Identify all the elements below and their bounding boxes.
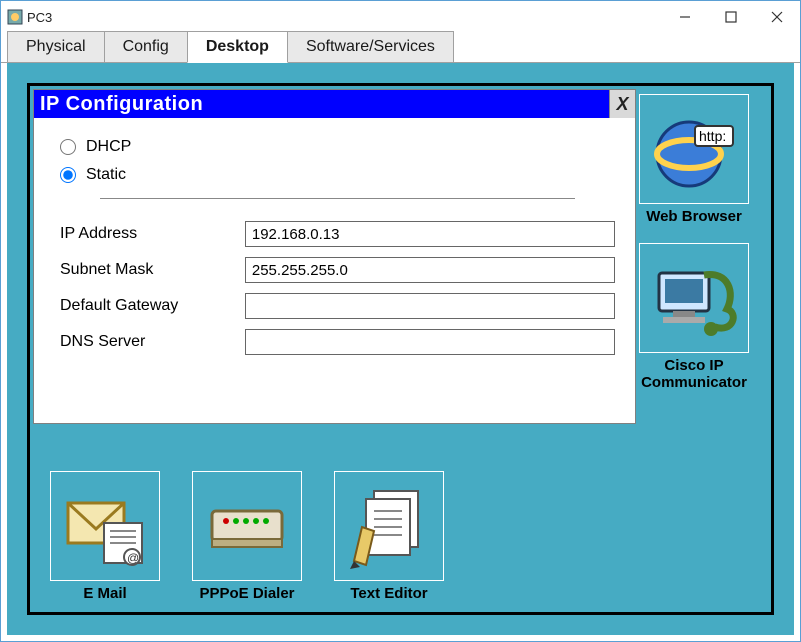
email-icon: @ [50, 471, 160, 581]
radio-dhcp-input[interactable] [60, 139, 76, 155]
pppoe-icon [192, 471, 302, 581]
radio-static-input[interactable] [60, 167, 76, 183]
svg-text:@: @ [127, 551, 139, 565]
cisco-ip-label: Cisco IP Communicator [629, 357, 759, 391]
tab-desktop[interactable]: Desktop [187, 31, 288, 63]
default-gateway-label: Default Gateway [60, 297, 245, 315]
separator [100, 198, 575, 199]
subnet-mask-label: Subnet Mask [60, 261, 245, 279]
workspace: IP Configuration X DHCP Static IP Addres… [1, 63, 800, 641]
default-gateway-input[interactable] [245, 293, 615, 319]
dialog-body: DHCP Static IP Address Subnet Mask [34, 118, 635, 375]
ip-address-input[interactable] [245, 221, 615, 247]
dns-server-input[interactable] [245, 329, 615, 355]
dns-server-label: DNS Server [60, 333, 245, 351]
tab-physical[interactable]: Physical [7, 31, 105, 62]
dialog-title: IP Configuration [40, 93, 203, 116]
desktop-area: IP Configuration X DHCP Static IP Addres… [27, 83, 774, 615]
pppoe-shortcut[interactable]: PPPoE Dialer [192, 471, 302, 602]
cisco-ip-icon [639, 243, 749, 353]
subnet-mask-input[interactable] [245, 257, 615, 283]
radio-dhcp-label: DHCP [86, 138, 131, 156]
window-buttons [662, 2, 800, 32]
radio-static[interactable]: Static [60, 166, 615, 184]
cisco-ip-shortcut[interactable]: Cisco IP Communicator [629, 243, 759, 391]
pppoe-label: PPPoE Dialer [199, 585, 294, 602]
dialog-title-bar[interactable]: IP Configuration X [34, 90, 635, 118]
radio-static-label: Static [86, 166, 126, 184]
ip-address-label: IP Address [60, 225, 245, 243]
web-browser-label: Web Browser [646, 208, 742, 225]
bottom-icon-row: @ E Mail PPPoE Dialer [50, 471, 444, 602]
ip-configuration-dialog: IP Configuration X DHCP Static IP Addres… [33, 89, 636, 424]
email-label: E Mail [83, 585, 126, 602]
minimize-button[interactable] [662, 2, 708, 32]
web-browser-icon: http: [639, 94, 749, 204]
right-icon-column: http: Web Browser [629, 94, 759, 391]
text-editor-icon [334, 471, 444, 581]
app-window: PC3 Physical Config Desktop Software/Ser… [0, 0, 801, 642]
text-editor-label: Text Editor [350, 585, 427, 602]
radio-dhcp[interactable]: DHCP [60, 138, 615, 156]
app-icon [7, 9, 23, 25]
svg-text:http:: http: [699, 128, 726, 144]
web-browser-shortcut[interactable]: http: Web Browser [629, 94, 759, 225]
tab-config[interactable]: Config [104, 31, 188, 62]
maximize-button[interactable] [708, 2, 754, 32]
tab-strip: Physical Config Desktop Software/Service… [1, 33, 800, 63]
text-editor-shortcut[interactable]: Text Editor [334, 471, 444, 602]
close-button[interactable] [754, 2, 800, 32]
window-title: PC3 [27, 10, 662, 25]
title-bar[interactable]: PC3 [1, 1, 800, 33]
tab-software-services[interactable]: Software/Services [287, 31, 454, 62]
email-shortcut[interactable]: @ E Mail [50, 471, 160, 602]
